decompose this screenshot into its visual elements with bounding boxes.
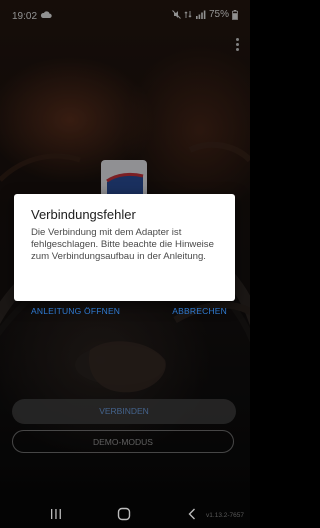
back-icon[interactable] [187,508,197,520]
app-screen: 19:02 75% VERBINDEN DEMO-MODUS Verbindun… [0,0,250,528]
dialog-message: Die Verbindung mit dem Adapter ist fehlg… [31,227,214,262]
home-icon[interactable] [117,507,131,521]
dialog-title: Verbindungsfehler [31,207,136,222]
error-dialog: Verbindungsfehler Die Verbindung mit dem… [14,194,235,301]
recents-icon[interactable] [50,508,62,520]
cancel-button[interactable]: ABBRECHEN [172,306,227,316]
navigation-bar [0,500,250,528]
open-manual-button[interactable]: ANLEITUNG ÖFFNEN [31,306,120,316]
